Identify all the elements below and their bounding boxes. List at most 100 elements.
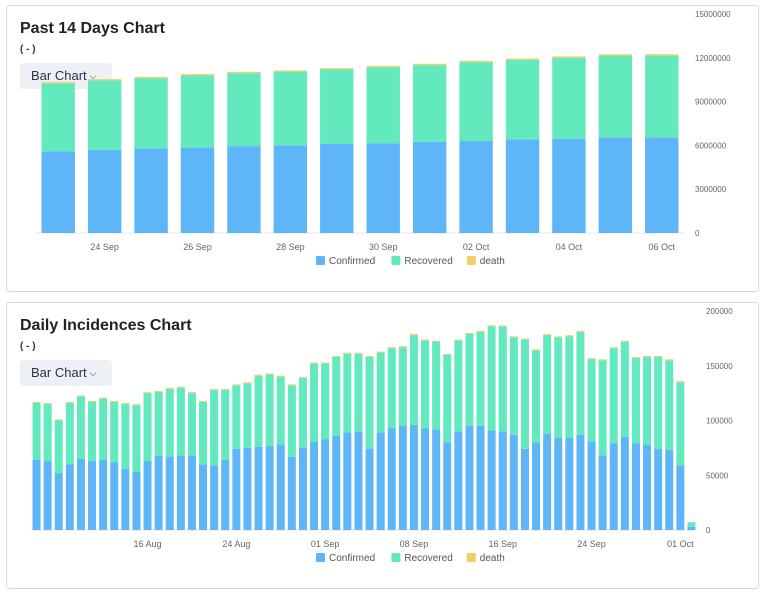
bar-confirmed-32 — [387, 428, 396, 530]
bar-recovered-43 — [509, 337, 518, 435]
bar-confirmed-28 — [343, 432, 352, 530]
bar-death-6 — [320, 68, 354, 70]
bar-confirmed-56 — [654, 448, 663, 530]
bar-death-9 — [132, 404, 141, 406]
bar-death-51 — [598, 359, 607, 361]
past-14-days-card: Past 14 Days Chart ( - ) Bar Chart ⌵ 0 300… — [6, 5, 759, 292]
bar-death-34 — [409, 334, 418, 336]
x-tick-label: 02 Oct — [463, 242, 490, 252]
bar-recovered-23 — [287, 385, 296, 457]
bar-confirmed-41 — [487, 430, 496, 530]
x-tick-label: 01 Oct — [667, 539, 694, 549]
bar-death-58 — [676, 381, 685, 383]
bar-death-7 — [110, 400, 119, 402]
bar-recovered-3 — [65, 402, 74, 465]
bar-confirmed-14 — [187, 455, 196, 530]
bar-confirmed-59 — [687, 526, 696, 530]
bar-death-8 — [121, 403, 130, 405]
x-tick-label: 06 Oct — [649, 242, 676, 252]
bar-confirmed-10 — [505, 139, 540, 233]
bar-recovered-49 — [576, 331, 585, 435]
bar-recovered-15 — [199, 401, 208, 465]
bar-confirmed-51 — [598, 455, 607, 530]
x-tick-label: 04 Oct — [556, 242, 583, 252]
bar-death-28 — [343, 352, 352, 354]
legend-label-confirmed: Confirmed — [329, 553, 375, 564]
bar-recovered-17 — [221, 389, 230, 460]
y-tick-label: 15000000 — [695, 10, 731, 19]
bar-death-36 — [432, 340, 441, 342]
bar-death-15 — [199, 400, 208, 402]
bar-death-2 — [134, 76, 168, 79]
bar-death-3 — [180, 74, 215, 76]
bar-death-4 — [227, 71, 261, 74]
bar-death-6 — [99, 397, 108, 399]
bar-confirmed-5 — [88, 461, 97, 530]
bar-confirmed-0 — [32, 459, 41, 530]
bar-confirmed-49 — [576, 434, 585, 530]
bar-recovered-27 — [332, 356, 341, 436]
bar-recovered-48 — [565, 336, 574, 439]
bar-death-37 — [443, 353, 452, 355]
bar-recovered-3 — [180, 75, 215, 148]
bar-death-47 — [554, 336, 563, 338]
legend-swatch-death — [466, 256, 476, 265]
bar-recovered-6 — [320, 69, 354, 144]
bar-death-10 — [505, 58, 540, 60]
bar-recovered-47 — [554, 337, 563, 439]
bar-death-4 — [76, 395, 85, 397]
bar-death-23 — [287, 384, 296, 386]
y-tick-label: 150000 — [706, 362, 733, 371]
bar-confirmed-48 — [565, 438, 574, 530]
daily-incidences-card: Daily Incidences Chart ( - ) Bar Chart ⌵ … — [6, 302, 759, 589]
bar-death-17 — [221, 388, 230, 390]
bar-confirmed-52 — [609, 443, 618, 530]
bar-death-19 — [243, 382, 252, 384]
bar-death-33 — [398, 346, 407, 348]
bar-death-2 — [54, 419, 63, 421]
bar-death-12 — [598, 54, 633, 56]
y-tick-label: 0 — [706, 526, 711, 535]
bar-confirmed-26 — [321, 439, 330, 530]
bar-death-42 — [498, 325, 507, 327]
bar-death-20 — [254, 374, 263, 376]
bar-recovered-9 — [132, 405, 141, 472]
bar-confirmed-40 — [476, 425, 485, 530]
bar-confirmed-55 — [643, 444, 652, 530]
bar-recovered-11 — [552, 57, 586, 139]
y-tick-label: 9000000 — [695, 98, 727, 107]
bar-confirmed-7 — [110, 462, 119, 530]
bar-confirmed-2 — [54, 473, 63, 530]
bar-recovered-5 — [88, 401, 97, 462]
bar-confirmed-53 — [620, 436, 629, 530]
bar-confirmed-21 — [265, 445, 274, 530]
bar-recovered-36 — [432, 341, 441, 430]
x-tick-label: 16 Aug — [134, 539, 162, 549]
bar-death-22 — [276, 375, 285, 377]
bar-recovered-51 — [598, 360, 607, 456]
bar-recovered-0 — [41, 83, 75, 152]
legend-swatch-recovered — [391, 553, 401, 562]
bar-confirmed-54 — [631, 443, 640, 530]
bar-recovered-53 — [620, 341, 629, 437]
bar-recovered-12 — [165, 388, 174, 457]
bar-confirmed-17 — [221, 459, 230, 530]
x-tick-label: 24 Aug — [222, 539, 250, 549]
bar-death-56 — [654, 356, 663, 357]
bar-death-52 — [609, 347, 618, 349]
bar-death-7 — [366, 65, 400, 68]
bar-recovered-20 — [254, 375, 263, 447]
bar-death-5 — [88, 400, 97, 402]
bar-death-5 — [273, 70, 308, 72]
bar-recovered-59 — [687, 522, 696, 527]
y-tick-label: 100000 — [706, 417, 733, 426]
x-tick-label: 24 Sep — [577, 539, 606, 549]
bar-recovered-38 — [454, 340, 463, 432]
bar-recovered-13 — [645, 55, 679, 138]
bar-confirmed-6 — [99, 459, 108, 530]
bar-confirmed-3 — [65, 464, 74, 530]
bar-recovered-18 — [232, 385, 241, 449]
bar-death-54 — [631, 357, 640, 359]
bar-confirmed-30 — [365, 448, 374, 530]
legend-swatch-recovered — [391, 256, 401, 265]
